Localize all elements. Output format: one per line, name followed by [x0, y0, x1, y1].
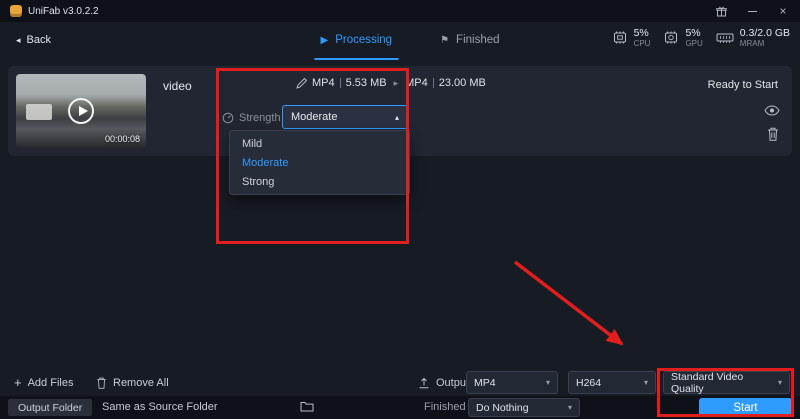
target-size: 23.00 MB — [438, 77, 486, 89]
back-chevron-icon: ◂ — [16, 34, 21, 45]
window-controls: × — [714, 4, 790, 18]
mram-usage-label: MRAM — [739, 39, 765, 49]
gpu-usage-label: GPU — [685, 39, 703, 49]
folder-icon[interactable] — [300, 401, 314, 412]
app-identity: UniFab v3.0.2.2 — [10, 5, 99, 17]
cpu-usage-value: 5% — [633, 27, 649, 39]
strength-selected-value: Moderate — [291, 111, 338, 123]
chevron-down-icon: ▾ — [643, 378, 648, 387]
output-icon — [418, 377, 430, 389]
output-format-select[interactable]: MP4 ▾ — [466, 371, 558, 394]
video-duration: 00:00:08 — [104, 134, 140, 144]
dropdown-option-mild[interactable]: Mild — [230, 134, 409, 153]
source-format: MP4 — [312, 77, 335, 89]
quality-select[interactable]: Standard Video Quality ▾ — [663, 370, 790, 395]
resource-stats: 5% CPU 5% GPU 0.3/2.0 GB MRAM — [612, 27, 790, 48]
chevron-up-icon: ▴ — [394, 112, 399, 122]
preview-eye-icon[interactable] — [764, 105, 780, 116]
source-size: 5.53 MB — [345, 77, 387, 89]
strength-label: Strength — [239, 112, 281, 124]
play-circle-icon: ▶ — [320, 34, 329, 46]
app-title: UniFab v3.0.2.2 — [28, 5, 99, 17]
arrow-right-icon: ▸ — [393, 77, 399, 88]
annotation-arrow-icon — [513, 260, 624, 346]
dropdown-option-moderate[interactable]: Moderate — [230, 153, 409, 172]
tab-bar: ▶ Processing ⚑ Finished — [314, 22, 505, 60]
flag-icon: ⚑ — [440, 34, 450, 46]
video-thumbnail[interactable]: 00:00:08 — [16, 74, 146, 148]
codec-value: H264 — [576, 376, 602, 389]
chevron-down-icon: ▾ — [567, 403, 572, 412]
back-label: Back — [26, 34, 51, 46]
plus-icon: + — [14, 375, 22, 390]
titlebar: UniFab v3.0.2.2 × — [0, 0, 800, 22]
strength-label-group: Strength — [222, 112, 281, 124]
output-folder-value: Same as Source Folder — [102, 401, 218, 413]
unifab-window: UniFab v3.0.2.2 × ◂ Back ▶ Processing ⚑ … — [0, 0, 800, 419]
target-format: MP4 — [405, 77, 428, 89]
tab-processing[interactable]: ▶ Processing — [314, 22, 399, 60]
header: ◂ Back ▶ Processing ⚑ Finished 5% CPU 5%… — [0, 22, 800, 60]
dropdown-option-strong[interactable]: Strong — [230, 172, 409, 191]
format-info: MP4 5.53 MB ▸ MP4 23.00 MB — [296, 77, 486, 89]
chevron-down-icon: ▾ — [545, 378, 550, 387]
app-logo-icon — [10, 5, 22, 17]
divider — [432, 78, 434, 88]
gpu-chip-icon — [663, 31, 679, 44]
divider — [339, 78, 341, 88]
stat-cpu: 5% CPU — [612, 27, 651, 49]
tab-finished-label: Finished — [456, 34, 500, 46]
remove-all-button[interactable]: Remove All — [96, 371, 169, 394]
minimize-icon[interactable] — [745, 4, 759, 18]
finished-label: Finished — [424, 401, 466, 413]
quality-value: Standard Video Quality — [671, 370, 744, 395]
finished-action-value: Do Nothing — [476, 401, 529, 414]
finished-action-select[interactable]: Do Nothing ▾ — [468, 398, 580, 417]
remove-all-label: Remove All — [113, 376, 169, 389]
codec-select[interactable]: H264 ▾ — [568, 371, 656, 394]
strength-icon — [222, 112, 234, 124]
gift-icon[interactable] — [714, 4, 728, 18]
memory-icon — [716, 31, 734, 44]
edit-icon[interactable] — [296, 77, 307, 89]
add-files-label: Add Files — [27, 376, 74, 389]
back-button[interactable]: ◂ Back — [16, 34, 51, 46]
close-icon[interactable]: × — [776, 4, 790, 18]
output-label: Output — [436, 376, 470, 389]
cpu-usage-label: CPU — [633, 39, 651, 49]
stat-mram: 0.3/2.0 GB MRAM — [716, 27, 790, 48]
output-label-group: Output — [418, 371, 469, 394]
file-name: video — [163, 79, 192, 93]
chevron-down-icon: ▾ — [777, 378, 782, 387]
cpu-chip-icon — [612, 31, 628, 44]
start-button[interactable]: Start — [699, 398, 792, 417]
delete-icon[interactable] — [767, 127, 779, 141]
thumbnail-photo — [26, 104, 52, 120]
bottom-bar: Output Folder Same as Source Folder Fini… — [0, 396, 800, 419]
output-folder-button[interactable]: Output Folder — [8, 399, 93, 416]
tab-processing-label: Processing — [335, 34, 393, 46]
status-text: Ready to Start — [707, 79, 778, 91]
strength-select[interactable]: Moderate ▴ — [282, 105, 408, 129]
add-files-button[interactable]: + Add Files — [14, 371, 73, 394]
mram-usage-value: 0.3/2.0 GB — [739, 27, 790, 39]
stat-gpu: 5% GPU — [663, 27, 703, 49]
trash-icon — [96, 377, 107, 389]
tab-finished[interactable]: ⚑ Finished — [434, 22, 505, 60]
gpu-usage-value: 5% — [685, 27, 701, 39]
output-format-value: MP4 — [474, 376, 496, 389]
play-icon — [68, 98, 94, 124]
strength-dropdown-panel: Mild Moderate Strong — [229, 130, 410, 195]
